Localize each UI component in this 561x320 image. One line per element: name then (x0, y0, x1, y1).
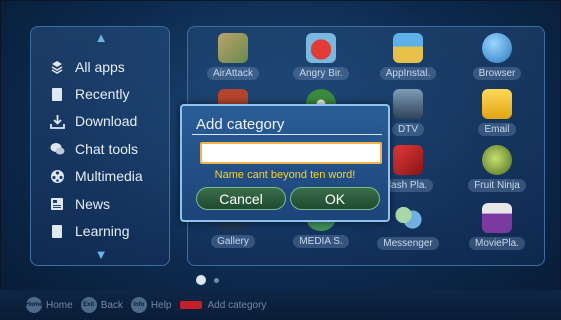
dialog-divider (192, 134, 382, 135)
dialog-title: Add category (196, 116, 285, 133)
category-name-input[interactable] (200, 142, 382, 164)
add-category-dialog: Add category Name cant beyond ten word! … (180, 104, 390, 222)
modal-overlay: Add category Name cant beyond ten word! … (0, 0, 561, 320)
cancel-button[interactable]: Cancel (196, 187, 286, 210)
ok-button[interactable]: OK (290, 187, 380, 210)
error-message: Name cant beyond ten word! (214, 169, 356, 181)
